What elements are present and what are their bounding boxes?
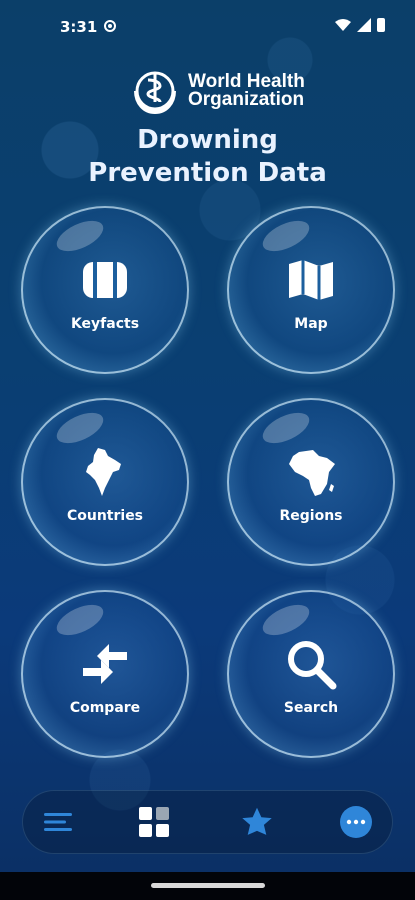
status-bar: 3:31: [0, 0, 415, 52]
india-map-icon: [86, 448, 121, 496]
grid-icon: [139, 807, 169, 837]
tile-label-compare: Compare: [69, 700, 141, 716]
who-logo: World Health Organization: [128, 64, 305, 118]
tile-map[interactable]: Map: [227, 206, 395, 374]
title-line1: Drowning: [137, 125, 278, 155]
page-title: Drowning Prevention Data: [0, 124, 415, 190]
search-icon: [288, 641, 337, 690]
tile-keyfacts[interactable]: Keyfacts: [21, 206, 189, 374]
nav-menu-button[interactable]: [40, 804, 76, 840]
more-icon: [340, 806, 372, 838]
tile-label-regions: Regions: [279, 508, 343, 524]
tile-label-map: Map: [294, 316, 328, 332]
status-icons: [335, 18, 385, 32]
wifi-icon: [335, 19, 351, 31]
tile-label-keyfacts: Keyfacts: [70, 316, 140, 332]
tile-label-search: Search: [283, 700, 339, 716]
battery-icon: [377, 18, 385, 32]
compare-arrows-icon: [83, 644, 127, 684]
keyfacts-icon: [83, 262, 127, 298]
nav-more-button[interactable]: [338, 804, 374, 840]
menu-lines-icon: [44, 813, 72, 831]
title-line2: Prevention Data: [88, 158, 327, 188]
tile-countries[interactable]: Countries: [21, 398, 189, 566]
bottom-navigation: [22, 790, 393, 854]
gesture-area: [0, 872, 415, 900]
nav-favorites-button[interactable]: [239, 804, 275, 840]
tile-regions[interactable]: Regions: [227, 398, 395, 566]
app-header: World Health Organization Drowning Preve…: [0, 58, 415, 198]
map-icon: [289, 260, 333, 300]
status-time: 3:31: [60, 18, 98, 36]
gesture-handle[interactable]: [151, 883, 265, 888]
nav-grid-button[interactable]: [136, 804, 172, 840]
sync-icon: [104, 20, 116, 32]
tile-compare[interactable]: Compare: [21, 590, 189, 758]
africa-map-icon: [289, 450, 335, 496]
tile-search[interactable]: Search: [227, 590, 395, 758]
who-org-name: World Health Organization: [188, 72, 305, 110]
tile-label-countries: Countries: [66, 508, 144, 524]
org-name-line2: Organization: [188, 89, 305, 110]
who-emblem-icon: [134, 71, 176, 115]
star-icon: [242, 807, 272, 835]
signal-icon: [357, 18, 371, 32]
